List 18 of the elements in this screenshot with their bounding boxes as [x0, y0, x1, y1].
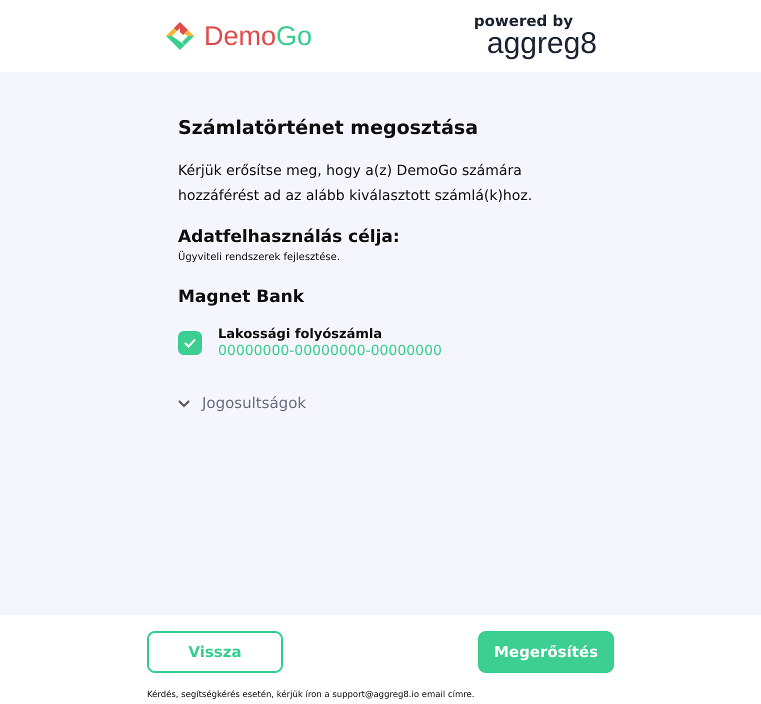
check-icon [184, 338, 196, 348]
page-title: Számlatörténet megosztása [178, 116, 480, 141]
confirm-button[interactable]: Megerősítés [478, 631, 614, 673]
account-checkbox[interactable] [178, 331, 202, 356]
powered-by-text: powered by [474, 14, 574, 28]
bank-name: Magnet Bank [178, 286, 306, 309]
support-note: Kérdés, segítségkérés esetén, kérjük íron a support@aggreg8.io email címre. [147, 689, 476, 702]
purpose-heading: Adatfelhasználás célja: [178, 226, 401, 248]
logo-icon [164, 20, 196, 52]
purpose-text: Ügyviteli rendszerek fejlesztése. [178, 250, 341, 265]
permissions-toggle[interactable]: Jogosultságok [178, 392, 306, 415]
account-name: Lakossági folyószámla [218, 326, 384, 343]
brand-name: DemoGo [204, 20, 312, 53]
partner-logo-text: aggreg8 [486, 28, 597, 58]
chevron-icon [178, 400, 190, 408]
account-number: 00000000-00000000-00000000 [218, 342, 442, 360]
back-button[interactable]: Vissza [147, 631, 283, 673]
intro-text: Kérjük erősítse meg, hogy a(z) DemoGo számára hozzáférést ad az alább kiválasztott számlá(k)hoz. [178, 162, 534, 206]
